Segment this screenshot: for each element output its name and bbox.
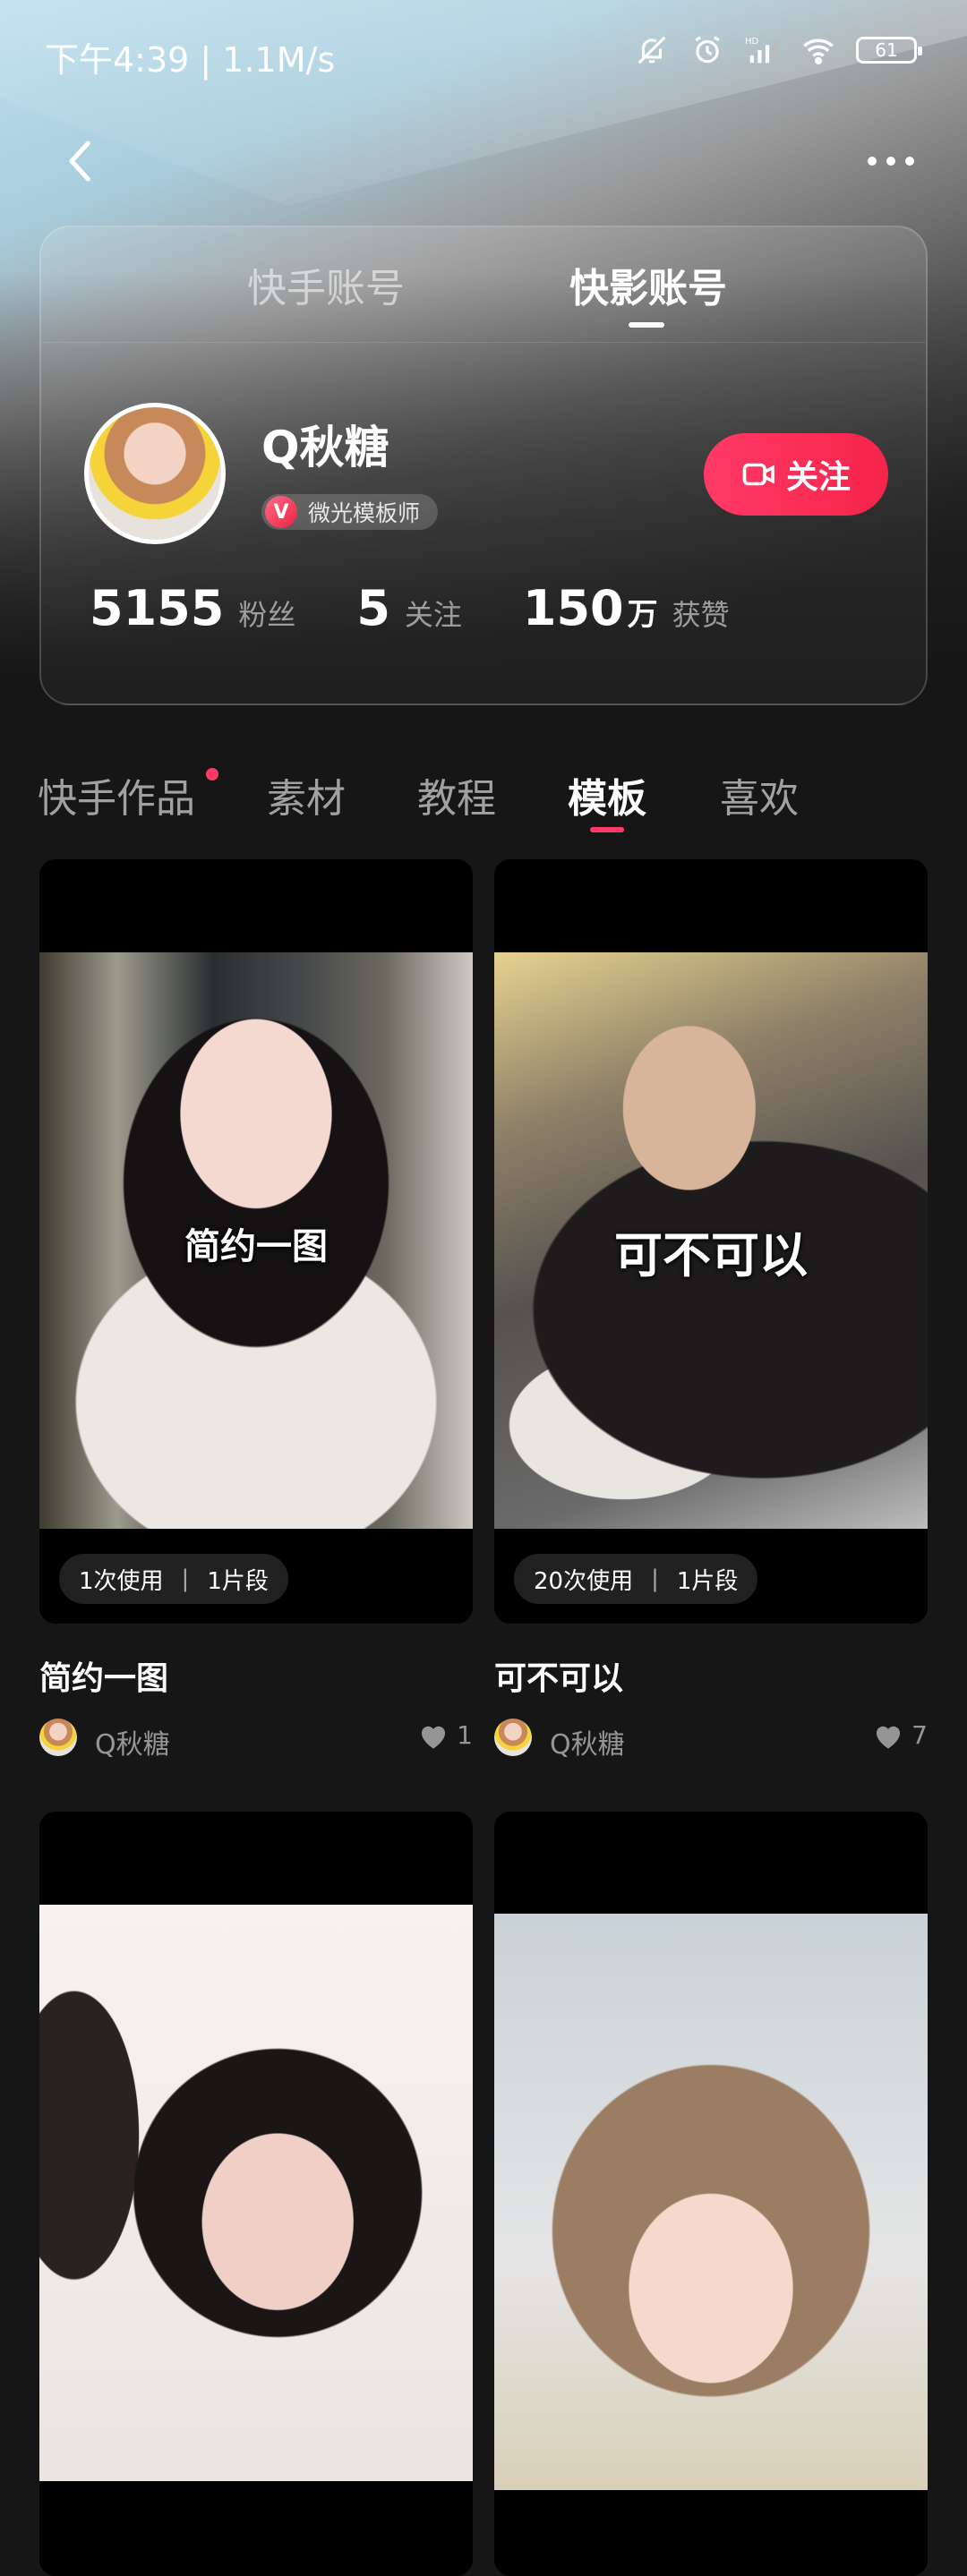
author-name[interactable]: Q秋糖 — [95, 1722, 170, 1761]
template-overlay-text: 可不可以 — [614, 1227, 808, 1284]
battery-level: 61 — [875, 39, 898, 61]
avatar[interactable] — [84, 403, 226, 544]
heart-icon — [877, 1726, 901, 1749]
template-card[interactable]: 可不可以 20次使用 | 1片段 可不可以 Q秋糖 7 — [494, 859, 928, 1761]
account-tabs: 快手账号 快影账号 — [41, 227, 926, 343]
svg-text:HD: HD — [745, 37, 759, 47]
wifi-icon — [800, 32, 836, 68]
verified-v-icon: V — [265, 496, 297, 528]
template-title: 可不可以 — [494, 1660, 624, 1697]
usage-count: 20次使用 — [534, 1567, 634, 1595]
profile-card: 快手账号 快影账号 Q秋糖 V 微光模板师 关注 5155 粉丝 5 关注 15… — [39, 226, 928, 705]
battery-icon: 61 — [856, 37, 922, 64]
following-count: 5 — [356, 580, 390, 636]
template-preview-image — [39, 1905, 473, 2481]
status-time: 下午4:39 | 1.1M/s — [45, 40, 336, 80]
tab-templates[interactable]: 模板 — [568, 766, 646, 823]
hd-signal-icon: HD — [745, 32, 781, 68]
stat-following[interactable]: 5 关注 — [356, 580, 462, 636]
like-button[interactable]: 1 — [417, 1720, 473, 1750]
author-name[interactable]: Q秋糖 — [550, 1722, 625, 1761]
status-icons: HD 61 — [634, 32, 922, 68]
more-button[interactable] — [860, 143, 922, 179]
content-tab-indicator — [590, 827, 624, 832]
tab-materials[interactable]: 素材 — [267, 766, 346, 823]
tab-kuaishou-account[interactable]: 快手账号 — [247, 256, 405, 313]
tab-likes[interactable]: 喜欢 — [720, 766, 799, 823]
status-bar: 下午4:39 | 1.1M/s HD 61 — [0, 0, 967, 107]
like-count: 1 — [457, 1720, 473, 1750]
content-tabs: 快手作品 素材 教程 模板 喜欢 — [0, 752, 967, 832]
badge-label: 微光模板师 — [308, 500, 421, 526]
segment-count: 1片段 — [207, 1567, 269, 1595]
follow-label: 关注 — [785, 459, 851, 496]
template-thumbnail[interactable] — [39, 1812, 473, 2576]
like-count: 7 — [911, 1720, 928, 1750]
more-dots-icon — [868, 157, 914, 166]
template-preview-image — [494, 1914, 928, 2490]
segment-count: 1片段 — [676, 1567, 739, 1595]
chevron-left-icon — [69, 141, 90, 182]
like-button[interactable]: 7 — [872, 1720, 928, 1750]
username: Q秋糖 — [261, 422, 389, 473]
template-title: 简约一图 — [39, 1660, 169, 1697]
likes-count: 150 — [522, 580, 624, 636]
stat-likes[interactable]: 150 万 获赞 — [523, 580, 730, 636]
tab-tutorials[interactable]: 教程 — [417, 766, 496, 823]
template-thumbnail[interactable]: 可不可以 20次使用 | 1片段 — [494, 859, 928, 1624]
account-tab-indicator — [629, 322, 664, 328]
template-card[interactable] — [494, 1812, 928, 2576]
stat-fans[interactable]: 5155 粉丝 — [90, 580, 295, 636]
creator-badge[interactable]: V 微光模板师 — [261, 494, 439, 530]
author-avatar[interactable] — [39, 1719, 77, 1756]
follow-button[interactable]: 关注 — [704, 433, 888, 516]
usage-separator: | — [181, 1565, 190, 1592]
author-avatar[interactable] — [494, 1719, 532, 1756]
likes-label: 获赞 — [672, 598, 730, 632]
tab-kuaiying-account[interactable]: 快影账号 — [569, 256, 727, 313]
tab-kuaishou-works[interactable]: 快手作品 — [38, 766, 195, 823]
fans-label: 粉丝 — [238, 598, 296, 632]
following-label: 关注 — [404, 598, 462, 632]
template-overlay-text: 简约一图 — [184, 1226, 328, 1267]
template-thumbnail[interactable]: 简约一图 1次使用 | 1片段 — [39, 859, 473, 1624]
new-dot-badge — [206, 768, 218, 780]
usage-pill: 20次使用 | 1片段 — [514, 1554, 758, 1604]
template-meta: Q秋糖 7 — [494, 1719, 928, 1761]
template-meta: Q秋糖 1 — [39, 1719, 473, 1761]
back-button[interactable] — [54, 134, 107, 188]
template-card[interactable]: 简约一图 1次使用 | 1片段 简约一图 Q秋糖 1 — [39, 859, 473, 1761]
template-thumbnail[interactable] — [494, 1812, 928, 2576]
camera-icon — [742, 463, 774, 486]
usage-count: 1次使用 — [79, 1567, 164, 1595]
profile-stats: 5155 粉丝 5 关注 150 万 获赞 — [90, 580, 791, 636]
mute-bell-icon — [634, 32, 670, 68]
usage-pill: 1次使用 | 1片段 — [59, 1554, 288, 1604]
likes-unit: 万 — [627, 597, 658, 633]
fans-count: 5155 — [90, 580, 225, 636]
usage-separator: | — [651, 1565, 659, 1592]
template-card[interactable] — [39, 1812, 473, 2576]
alarm-icon — [689, 32, 725, 68]
heart-icon — [422, 1726, 446, 1749]
